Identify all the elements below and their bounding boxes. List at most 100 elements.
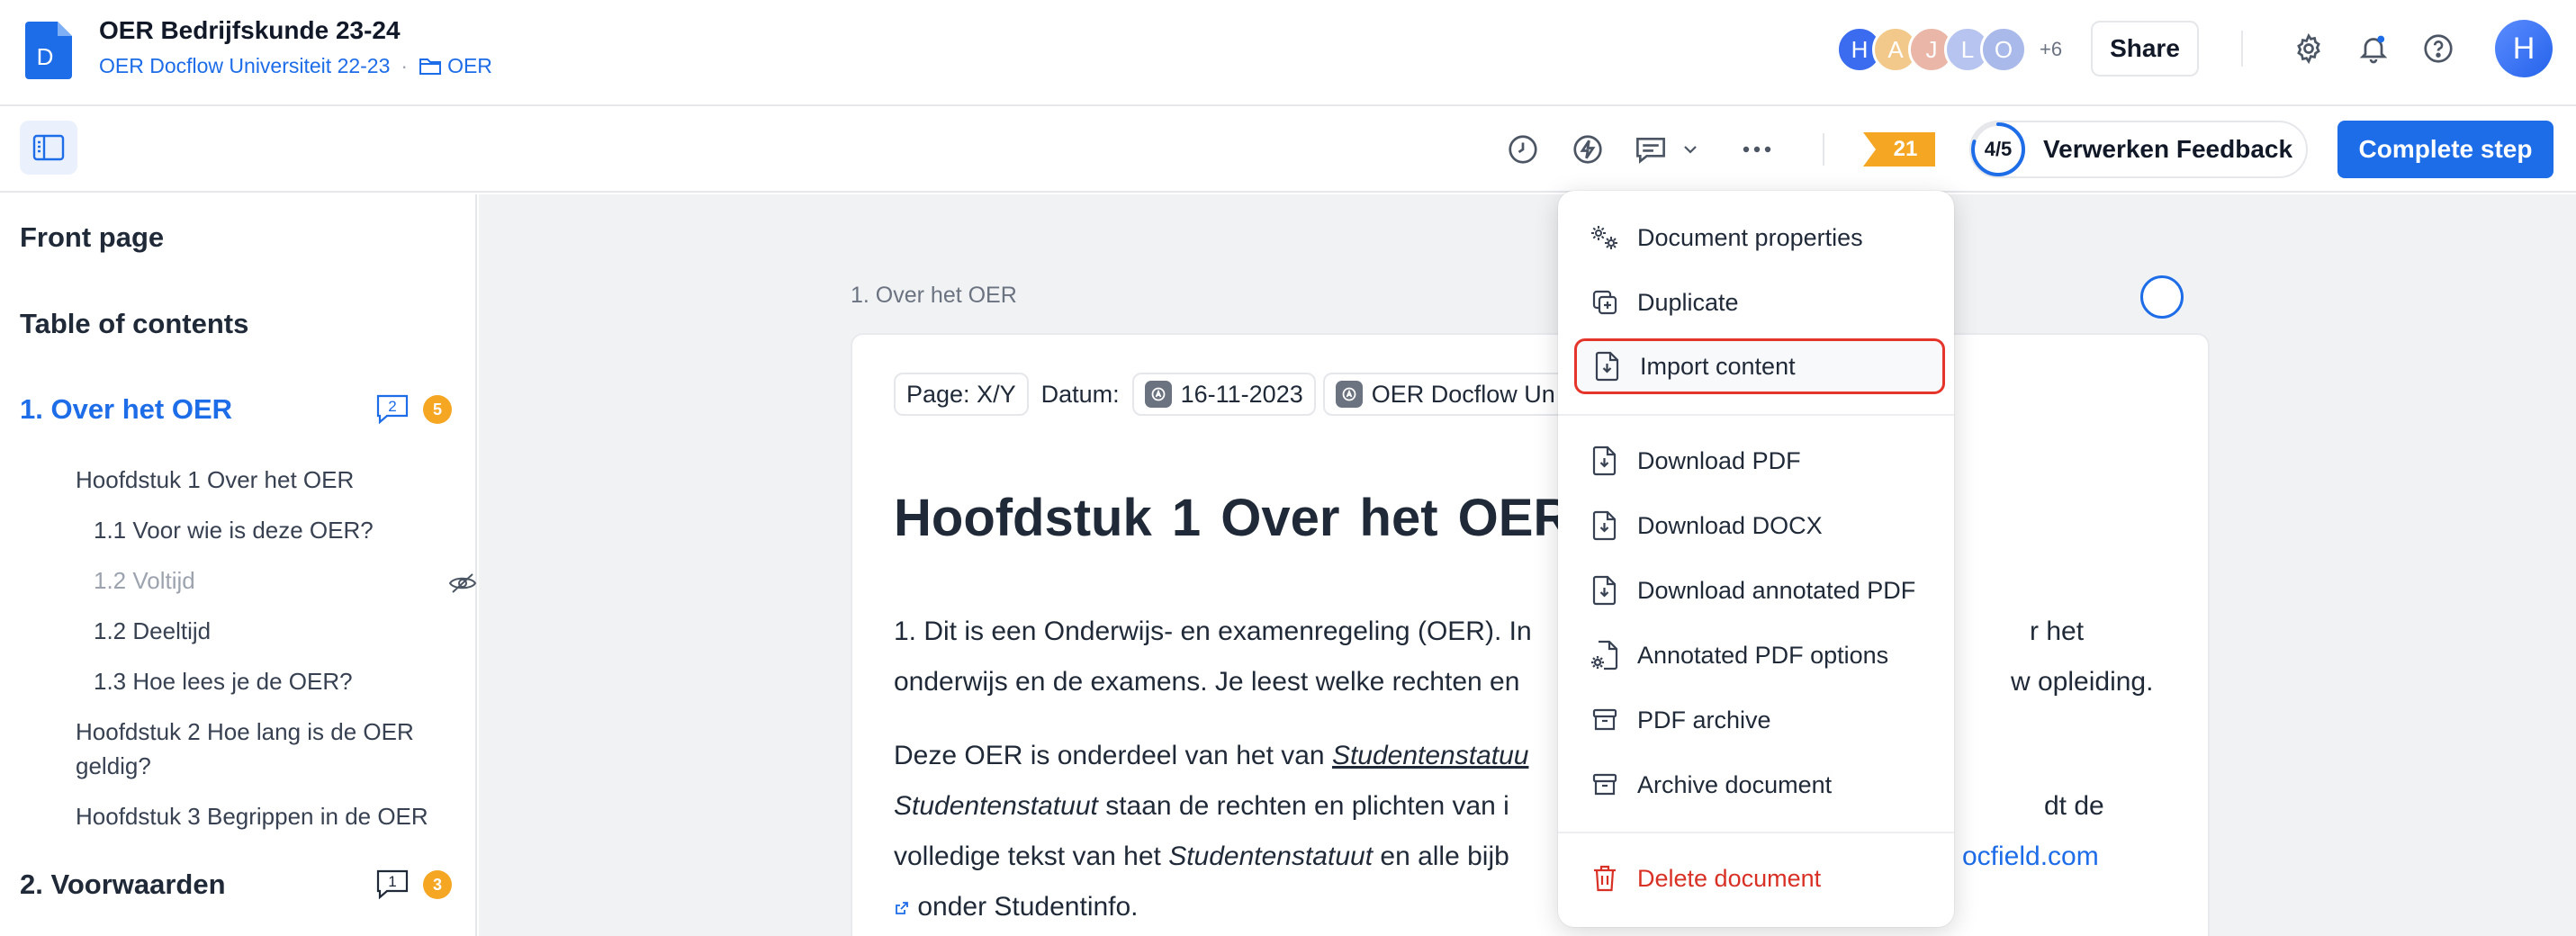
document-title[interactable]: OER Bedrijfskunde 23-24 [99,16,401,45]
toc-item[interactable]: Hoofdstuk 2 Hoe lang is de OER [76,715,414,749]
date-chip[interactable]: 16-11-2023 [1131,373,1316,416]
toc-item-continued[interactable]: geldig? [76,749,151,783]
paragraph-line[interactable]: volledige tekst van het Studentenstatuut… [894,832,2190,882]
page-metadata-row: Page: X/Y Datum: 16-11-2023 OER Docflow … [894,373,1568,416]
page-status-circle[interactable] [2140,275,2184,319]
organisation-chip[interactable]: OER Docflow Un [1322,373,1568,416]
toc-item[interactable]: 1.2 Deeltijd [94,614,211,648]
text-run-italic: Studentenstatuu [1331,741,1529,770]
text-run: volledige tekst van het [894,842,1169,871]
menu-item-label: Archive document [1637,770,1833,798]
menu-item-delete-document[interactable]: Delete document [1558,851,1954,905]
text-run-italic: Studentenstatuut [1168,842,1374,871]
feedback-count-badge[interactable]: 21 [1863,132,1935,166]
more-options-icon[interactable] [1737,130,1777,169]
menu-item-label: Delete document [1637,864,1822,892]
step-label: Verwerken Feedback [2043,135,2293,163]
menu-item-label: Document properties [1637,223,1863,251]
more-collaborators-count[interactable]: +6 [2040,38,2062,61]
menu-item-download-docx[interactable]: Download DOCX [1558,499,1954,553]
menu-item-document-properties[interactable]: Document properties [1558,211,1954,265]
menu-item-download-pdf[interactable]: Download PDF [1558,434,1954,488]
toc-item-hidden[interactable]: 1.2 Voltijd [94,563,195,598]
toc-section-2[interactable]: 2. Voorwaarden 1 3 [20,868,452,902]
comments-icon[interactable] [1631,130,1671,169]
sidebar-toggle-icon[interactable] [20,121,77,175]
toc-item[interactable]: 1.1 Voor wie is deze OER? [94,513,374,547]
breadcrumb-parent-link[interactable]: OER Docflow Universiteit 22-23 [99,54,390,78]
download-file-icon [1589,445,1621,477]
chevron-down-icon[interactable] [1674,130,1707,169]
notification-bell-icon[interactable] [2355,31,2391,67]
toc-heading[interactable]: Table of contents [20,308,248,340]
section-comments-count: 1 [388,873,397,890]
text-run: Deze OER is onderdeel van het van [894,741,1332,770]
duplicate-icon [1589,286,1621,319]
menu-item-label: Download PDF [1637,446,1801,474]
text-run: w opleiding. [2011,667,2154,697]
paragraph-line[interactable]: Studentenstatuut staan de rechten en pli… [894,781,2190,832]
step-progress-ring: 4/5 [1969,121,2027,178]
external-link[interactable]: ocfield.com [1962,832,2099,882]
share-button[interactable]: Share [2091,21,2199,76]
chapter-heading[interactable]: Hoofdstuk 1 Over het OER [894,488,1571,548]
text-run: dt de [2044,791,2104,821]
breadcrumb-folder-label: OER [447,54,492,77]
toc-item[interactable]: Hoofdstuk 3 Begrippen in de OER [76,799,428,833]
external-link-icon[interactable] [894,900,910,916]
menu-item-import-content[interactable]: Import content [1574,338,1945,394]
date-label: Datum: [1040,380,1120,408]
menu-item-label: Annotated PDF options [1637,641,1889,669]
menu-item-pdf-archive[interactable]: PDF archive [1558,693,1954,747]
paragraph-line[interactable]: Deze OER is onderdeel van het van Studen… [894,731,2190,781]
settings-gear-icon[interactable] [2291,31,2327,67]
feedback-count: 21 [1893,137,1918,161]
collaborator-avatars[interactable]: H A J L O +6 [1836,24,2062,75]
menu-item-label: Import content [1640,352,1796,380]
step-progress-text: 4/5 [1984,138,2013,160]
user-avatar[interactable]: H [2495,20,2553,77]
avatar[interactable]: O [1980,26,2027,73]
document-logo-icon[interactable]: D [25,22,72,79]
organisation-value: OER Docflow Un [1371,380,1555,408]
menu-item-download-annotated-pdf[interactable]: Download annotated PDF [1558,563,1954,617]
front-page-link[interactable]: Front page [20,221,164,254]
text-run: staan de rechten en plichten van i [1097,791,1509,821]
toc-item[interactable]: 1.3 Hoe lees je de OER? [94,664,353,698]
menu-item-label: Duplicate [1637,288,1739,316]
trash-icon [1589,862,1621,895]
section-comments-count: 2 [388,398,397,415]
section-comments-icon[interactable]: 2 [374,392,410,427]
text-run-italic: Studentenstatuut [894,791,1098,821]
breadcrumb-folder-link[interactable]: OER [419,54,492,78]
paragraph-line[interactable]: onder Studentinfo. [894,882,2190,932]
toc-section-label: 2. Voorwaarden [20,868,226,900]
page-section-label: 1. Over het OER [851,283,1017,308]
menu-item-archive-document[interactable]: Archive document [1558,758,1954,812]
section-comments-icon[interactable]: 1 [374,868,410,902]
menu-item-duplicate[interactable]: Duplicate [1558,275,1954,329]
menu-divider [1558,414,1954,416]
paragraph-line[interactable]: 1. Dit is een Onderwijs- en examenregeli… [894,607,2190,657]
date-value: 16-11-2023 [1180,380,1303,408]
workflow-step-pill[interactable]: 4/5 Verwerken Feedback [1969,121,2308,178]
breadcrumb: OER Docflow Universiteit 22-23 · OER [99,54,492,78]
breadcrumb-separator: · [401,54,409,77]
menu-item-label: Download DOCX [1637,511,1823,539]
more-options-menu: Document properties Duplicate Import con… [1558,191,1954,927]
download-file-icon [1589,574,1621,607]
toc-section-1[interactable]: 1. Over het OER 2 5 [20,392,452,427]
toc-item[interactable]: Hoofdstuk 1 Over het OER [76,463,354,497]
document-toolbar: 21 4/5 Verwerken Feedback Complete step [0,108,2576,193]
menu-item-annotated-pdf-options[interactable]: Annotated PDF options [1558,628,1954,682]
complete-step-button[interactable]: Complete step [2337,121,2553,178]
folder-icon [419,58,442,75]
hidden-eye-icon[interactable] [448,572,477,594]
archive-box-icon [1589,704,1621,736]
page-number-chip[interactable]: Page: X/Y [894,373,1029,416]
toolbar-divider [1823,133,1824,166]
lightning-bolt-icon[interactable] [1568,130,1608,169]
help-question-icon[interactable] [2420,31,2456,67]
paragraph-line[interactable]: onderwijs en de examens. Je leest welke … [894,657,2190,707]
history-clock-icon[interactable] [1503,130,1543,169]
